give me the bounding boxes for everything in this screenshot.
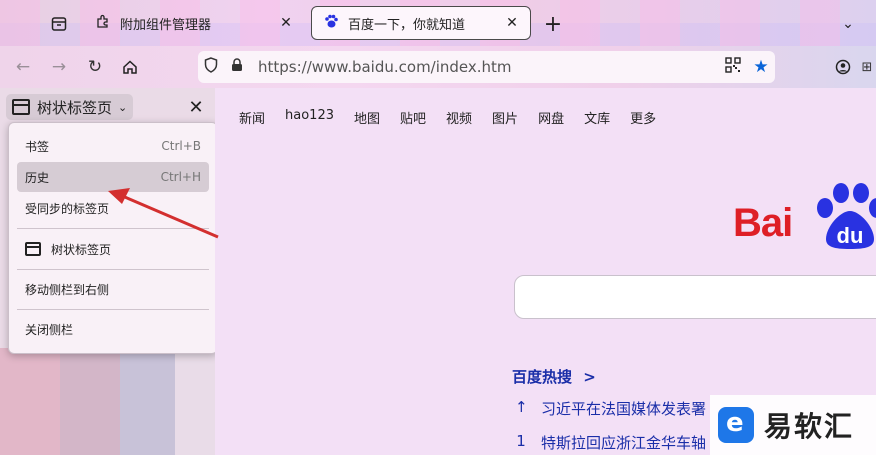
home-button[interactable] xyxy=(117,55,143,79)
menu-separator xyxy=(17,228,209,229)
menu-item-label: 树状标签页 xyxy=(51,242,112,257)
logo-text-bai: Bai xyxy=(733,201,793,245)
arrow-left-icon: ← xyxy=(15,57,31,77)
watermark: 易软汇 xyxy=(710,395,876,455)
menu-item-label: 关闭侧栏 xyxy=(25,322,74,337)
account-icon xyxy=(835,59,851,75)
pinned-top-icon: ↑ xyxy=(515,398,528,416)
qr-code-icon[interactable] xyxy=(719,57,747,77)
nav-link-hao123[interactable]: hao123 xyxy=(285,108,334,127)
menu-item-synced-tabs[interactable]: 受同步的标签页 xyxy=(17,193,209,223)
home-icon xyxy=(123,60,137,74)
url-bar[interactable]: https://www.baidu.com/index.htm ★ xyxy=(198,51,775,83)
tab-strip: 附加组件管理器 ✕ 百度一下，你就知道 ✕ + ⌄ xyxy=(0,0,876,46)
tree-tabs-icon xyxy=(25,242,41,256)
hot-search-item-text: 习近平在法国媒体发表署 xyxy=(541,400,707,418)
puzzle-icon xyxy=(94,13,112,33)
chevron-right-icon: > xyxy=(583,368,596,386)
menu-item-tree-tabs[interactable]: 树状标签页 xyxy=(17,234,209,264)
watermark-logo-icon xyxy=(718,407,754,443)
plus-icon: + xyxy=(543,11,563,37)
shield-icon[interactable] xyxy=(198,57,224,77)
tab-label: 百度一下，你就知道 xyxy=(348,17,466,33)
forward-button[interactable]: → xyxy=(46,55,72,79)
menu-item-close-sidebar[interactable]: 关闭侧栏 xyxy=(17,314,209,344)
puzzle-icon: ⊞ xyxy=(861,59,873,75)
sidebar-title: 树状标签页 xyxy=(37,98,113,117)
menu-item-label: 历史 xyxy=(25,170,50,185)
hot-search-rank: 1 xyxy=(516,432,526,450)
extensions-overflow-button[interactable]: ⊞ xyxy=(858,55,876,79)
hot-search-item-text: 特斯拉回应浙江金华车轴 xyxy=(541,434,707,452)
tree-tabs-icon xyxy=(12,99,30,115)
list-tabs-button[interactable]: ⌄ xyxy=(834,11,862,37)
nav-link-images[interactable]: 图片 xyxy=(492,108,518,127)
lock-icon[interactable] xyxy=(224,58,250,76)
logo-text-du: du xyxy=(837,223,864,248)
menu-item-shortcut: Ctrl+H xyxy=(160,170,201,184)
url-text[interactable]: https://www.baidu.com/index.htm xyxy=(258,58,719,76)
nav-link-map[interactable]: 地图 xyxy=(354,108,380,127)
reload-icon: ↻ xyxy=(87,57,103,77)
nav-link-news[interactable]: 新闻 xyxy=(239,108,265,127)
hot-search-title[interactable]: 百度热搜 > xyxy=(512,366,596,387)
reload-button[interactable]: ↻ xyxy=(82,55,108,79)
bookmark-star-icon[interactable]: ★ xyxy=(747,57,775,77)
tab-addons-manager[interactable]: 附加组件管理器 ✕ xyxy=(84,6,304,40)
menu-item-label: 移动侧栏到右侧 xyxy=(25,282,110,297)
menu-separator xyxy=(17,309,209,310)
sidebar-switcher-menu: 书签 Ctrl+B 历史 Ctrl+H 受同步的标签页 树状标签页 移动侧栏到右… xyxy=(8,122,218,354)
hot-search-item[interactable]: ↑ 习近平在法国媒体发表署 xyxy=(515,398,706,419)
baidu-paw-icon xyxy=(322,13,340,33)
nav-link-tieba[interactable]: 贴吧 xyxy=(400,108,426,127)
menu-item-label: 书签 xyxy=(25,139,50,154)
menu-item-move-sidebar-right[interactable]: 移动侧栏到右侧 xyxy=(17,274,209,304)
watermark-text: 易软汇 xyxy=(764,410,855,443)
archive-icon xyxy=(51,17,67,31)
close-tab-icon[interactable]: ✕ xyxy=(278,15,294,31)
navigation-toolbar: ← → ↻ https://www.baidu.com/index.htm ★ … xyxy=(0,46,876,88)
baidu-top-nav: 新闻 hao123 地图 贴吧 视频 图片 网盘 文库 更多 xyxy=(239,108,656,127)
sidebar-switcher[interactable]: 树状标签页 ⌄ xyxy=(6,94,134,120)
nav-link-video[interactable]: 视频 xyxy=(446,108,472,127)
nav-link-wenku[interactable]: 文库 xyxy=(584,108,610,127)
menu-separator xyxy=(17,269,209,270)
sidebar-blurred-background xyxy=(0,348,215,455)
hot-search-title-text: 百度热搜 xyxy=(512,368,573,386)
tab-baidu[interactable]: 百度一下，你就知道 ✕ xyxy=(311,6,531,40)
nav-link-more[interactable]: 更多 xyxy=(630,108,656,127)
back-button[interactable]: ← xyxy=(10,55,36,79)
hot-search-item[interactable]: 1 特斯拉回应浙江金华车轴 xyxy=(515,432,706,453)
new-tab-button[interactable]: + xyxy=(539,11,567,37)
tab-overview-button[interactable] xyxy=(45,11,73,37)
menu-item-history[interactable]: 历史 Ctrl+H xyxy=(17,162,209,192)
close-sidebar-button[interactable]: ✕ xyxy=(186,96,206,118)
chevron-down-icon: ⌄ xyxy=(842,16,854,32)
close-tab-icon[interactable]: ✕ xyxy=(504,15,520,31)
menu-item-bookmarks[interactable]: 书签 Ctrl+B xyxy=(17,131,209,161)
baidu-paw-logo-icon: du xyxy=(817,183,876,249)
arrow-right-icon: → xyxy=(51,57,67,77)
tab-label: 附加组件管理器 xyxy=(120,17,212,33)
nav-link-netdisk[interactable]: 网盘 xyxy=(538,108,564,127)
close-icon: ✕ xyxy=(188,96,204,118)
account-button[interactable] xyxy=(830,55,856,79)
chevron-down-icon: ⌄ xyxy=(118,100,128,114)
search-input[interactable] xyxy=(514,275,876,319)
menu-item-shortcut: Ctrl+B xyxy=(161,139,201,153)
menu-item-label: 受同步的标签页 xyxy=(25,201,110,216)
